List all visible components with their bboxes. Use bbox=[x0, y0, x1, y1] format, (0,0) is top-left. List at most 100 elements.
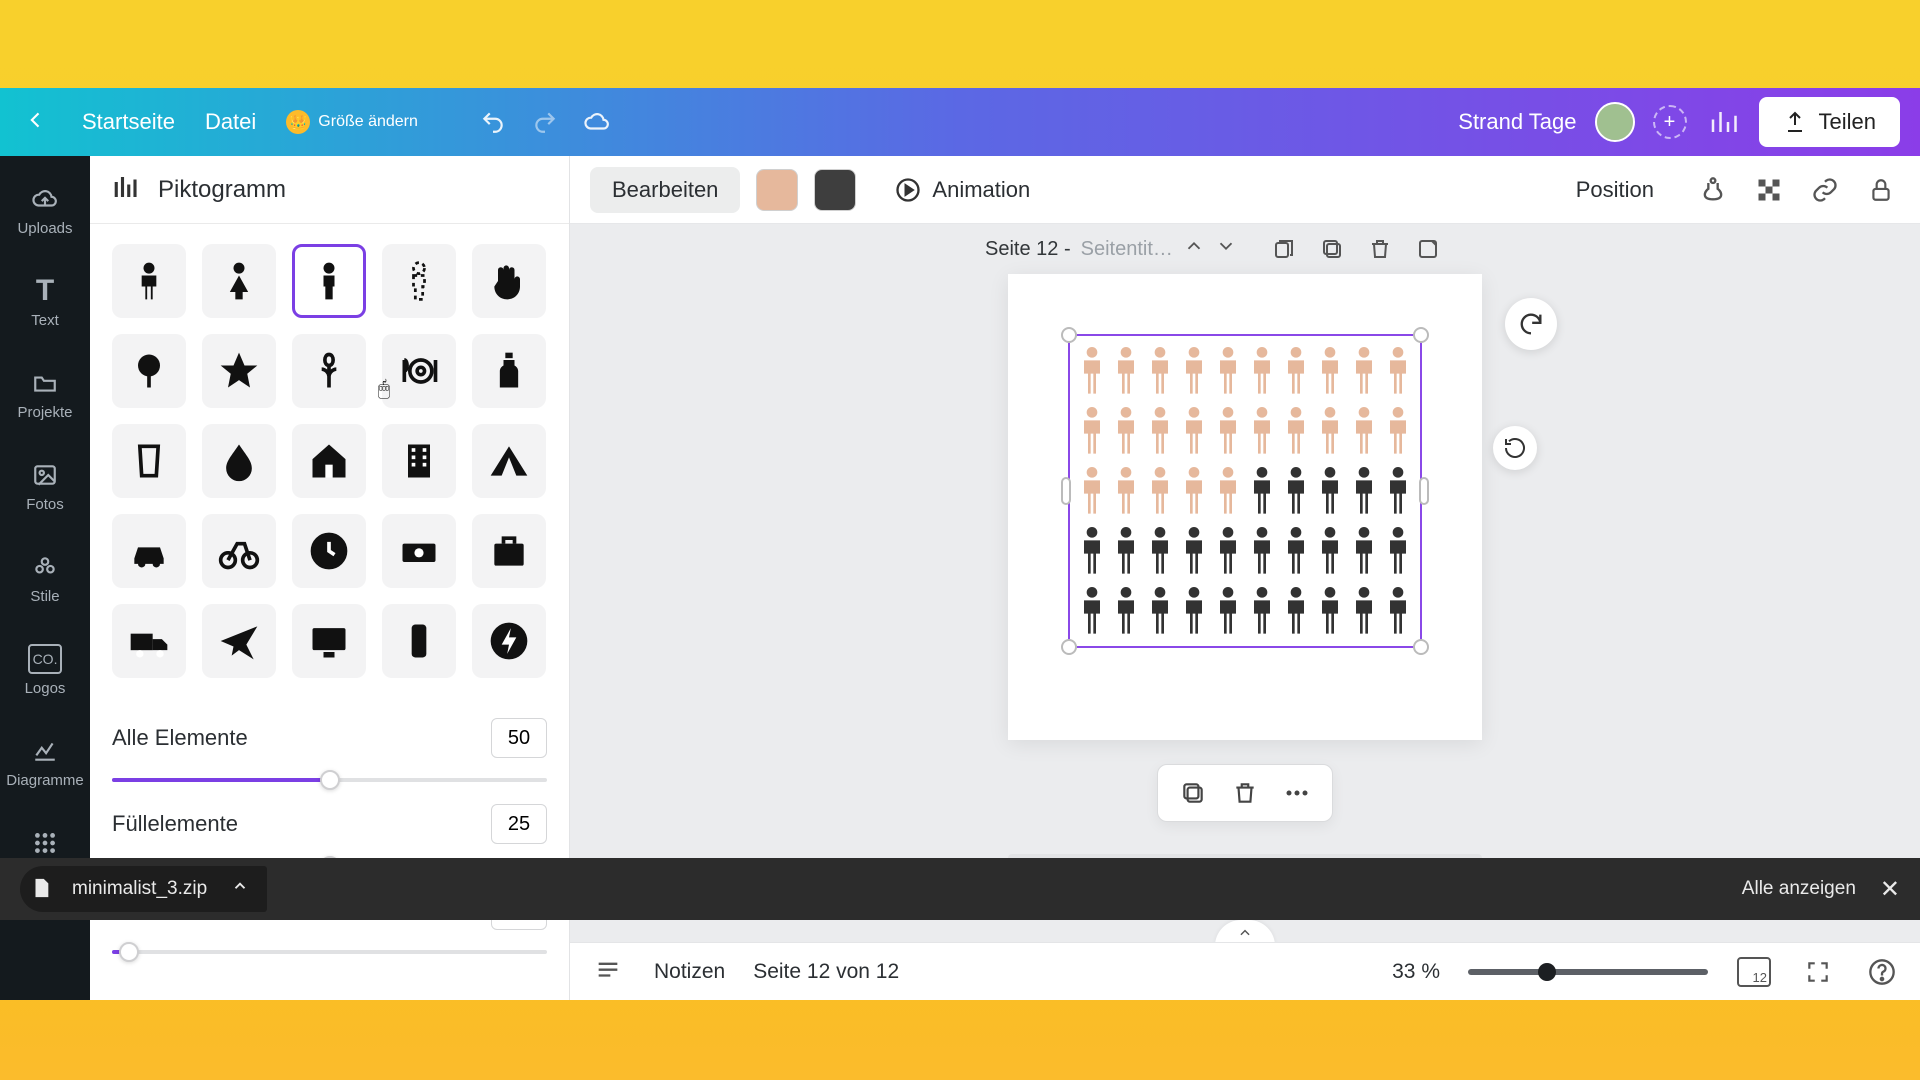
icon-option-person-simple[interactable] bbox=[292, 244, 366, 318]
notes-icon[interactable] bbox=[590, 954, 626, 990]
share-button[interactable]: Teilen bbox=[1759, 97, 1900, 147]
rail-text[interactable]: T Text bbox=[0, 258, 90, 346]
duplicate-slide-icon[interactable] bbox=[1267, 232, 1301, 266]
transparency-icon[interactable] bbox=[1750, 171, 1788, 209]
icon-option-person-man[interactable] bbox=[112, 244, 186, 318]
icon-option-plate[interactable] bbox=[382, 334, 456, 408]
rail-uploads[interactable]: Uploads bbox=[0, 166, 90, 254]
icon-option-phone[interactable] bbox=[382, 604, 456, 678]
apps-grid-icon bbox=[28, 828, 62, 858]
icon-option-banknote[interactable] bbox=[382, 514, 456, 588]
fullscreen-button[interactable] bbox=[1800, 954, 1836, 990]
icon-option-person-woman[interactable] bbox=[202, 244, 276, 318]
resize-handle-tr[interactable] bbox=[1413, 327, 1429, 343]
image-icon bbox=[28, 460, 62, 490]
pictogram-unit bbox=[1382, 522, 1414, 580]
gap-slider[interactable] bbox=[112, 938, 547, 966]
cloud-sync-icon[interactable] bbox=[584, 109, 610, 135]
icon-option-car[interactable] bbox=[112, 514, 186, 588]
icon-option-clock[interactable] bbox=[292, 514, 366, 588]
rail-styles[interactable]: Stile bbox=[0, 534, 90, 622]
resize-handle-mr[interactable] bbox=[1419, 477, 1429, 505]
page-counter: Seite 12 von 12 bbox=[753, 960, 899, 984]
regenerate-button[interactable] bbox=[1505, 298, 1557, 350]
rail-logos[interactable]: CO. Logos bbox=[0, 626, 90, 714]
duplicate-icon[interactable] bbox=[1176, 776, 1210, 810]
color-swatch-primary[interactable] bbox=[756, 169, 798, 211]
avatar[interactable] bbox=[1595, 102, 1635, 142]
page-up-button[interactable] bbox=[1183, 235, 1205, 263]
download-expand-icon[interactable] bbox=[231, 877, 249, 901]
more-icon[interactable] bbox=[1280, 776, 1314, 810]
fill-elements-input[interactable]: 25 bbox=[491, 804, 547, 844]
icon-option-tent[interactable] bbox=[472, 424, 546, 498]
pictogram-unit bbox=[1280, 462, 1312, 520]
redo-button[interactable] bbox=[532, 109, 558, 135]
pictogram-unit bbox=[1076, 402, 1108, 460]
icon-option-star[interactable] bbox=[202, 334, 276, 408]
resize-handle-ml[interactable] bbox=[1061, 477, 1071, 505]
pictogram-unit bbox=[1382, 342, 1414, 400]
icon-option-bike[interactable] bbox=[202, 514, 276, 588]
edit-button[interactable]: Bearbeiten bbox=[590, 167, 740, 213]
add-collaborator-button[interactable]: + bbox=[1653, 105, 1687, 139]
nudge-icon[interactable] bbox=[1694, 171, 1732, 209]
icon-option-bottle[interactable] bbox=[472, 334, 546, 408]
icon-option-plane[interactable] bbox=[202, 604, 276, 678]
color-swatch-secondary[interactable] bbox=[814, 169, 856, 211]
grid-view-button[interactable]: 12 bbox=[1736, 954, 1772, 990]
page-title-input[interactable]: Seitentit… bbox=[1081, 238, 1173, 261]
show-all-downloads[interactable]: Alle anzeigen bbox=[1742, 878, 1856, 900]
notes-label[interactable]: Notizen bbox=[654, 960, 725, 984]
trash-icon[interactable] bbox=[1228, 776, 1262, 810]
help-button[interactable] bbox=[1864, 954, 1900, 990]
rail-photos[interactable]: Fotos bbox=[0, 442, 90, 530]
delete-slide-icon[interactable] bbox=[1363, 232, 1397, 266]
pictogram-unit bbox=[1314, 342, 1346, 400]
undo-button[interactable] bbox=[480, 109, 506, 135]
document-title[interactable]: Strand Tage bbox=[1458, 109, 1576, 135]
icon-option-truck[interactable] bbox=[112, 604, 186, 678]
copy-slide-icon[interactable] bbox=[1315, 232, 1349, 266]
collapse-pages-button[interactable] bbox=[1215, 920, 1275, 942]
resize-button[interactable]: 👑 Größe ändern bbox=[286, 110, 418, 134]
icon-option-house[interactable] bbox=[292, 424, 366, 498]
icon-option-bolt[interactable] bbox=[472, 604, 546, 678]
all-elements-slider[interactable] bbox=[112, 766, 547, 794]
zoom-label[interactable]: 33 % bbox=[1392, 960, 1440, 984]
rotate-button[interactable] bbox=[1493, 426, 1537, 470]
resize-handle-bl[interactable] bbox=[1061, 639, 1077, 655]
icon-option-glass[interactable] bbox=[112, 424, 186, 498]
resize-handle-tl[interactable] bbox=[1061, 327, 1077, 343]
icon-option-monitor[interactable] bbox=[292, 604, 366, 678]
pictogram-unit bbox=[1144, 462, 1176, 520]
pictogram-unit bbox=[1280, 342, 1312, 400]
icon-option-person-dotted[interactable] bbox=[382, 244, 456, 318]
rail-projects[interactable]: Projekte bbox=[0, 350, 90, 438]
pictogram-element[interactable] bbox=[1068, 334, 1422, 648]
zoom-slider[interactable] bbox=[1468, 969, 1708, 975]
icon-option-briefcase[interactable] bbox=[472, 514, 546, 588]
resize-handle-br[interactable] bbox=[1413, 639, 1429, 655]
icon-option-hand[interactable] bbox=[472, 244, 546, 318]
icon-option-plant[interactable] bbox=[292, 334, 366, 408]
home-link[interactable]: Startseite bbox=[82, 109, 175, 135]
position-button[interactable]: Position bbox=[1554, 167, 1676, 213]
animation-button[interactable]: Animation bbox=[872, 167, 1052, 213]
close-downloads-icon[interactable]: ✕ bbox=[1880, 875, 1900, 904]
insights-button[interactable] bbox=[1705, 109, 1741, 135]
rail-diagrams[interactable]: Diagramme bbox=[0, 718, 90, 806]
page-canvas[interactable] bbox=[1008, 274, 1482, 740]
link-icon[interactable] bbox=[1806, 171, 1844, 209]
file-menu[interactable]: Datei bbox=[205, 109, 256, 135]
canvas-stage[interactable]: Seite 12 - Seitentit… bbox=[570, 224, 1920, 942]
icon-option-drop[interactable] bbox=[202, 424, 276, 498]
new-slide-icon[interactable] bbox=[1411, 232, 1445, 266]
lock-icon[interactable] bbox=[1862, 171, 1900, 209]
all-elements-input[interactable]: 50 bbox=[491, 718, 547, 758]
back-button[interactable] bbox=[20, 104, 52, 141]
download-item[interactable]: minimalist_3.zip bbox=[20, 866, 267, 912]
icon-option-tree[interactable] bbox=[112, 334, 186, 408]
icon-option-building[interactable] bbox=[382, 424, 456, 498]
page-down-button[interactable] bbox=[1215, 235, 1237, 263]
